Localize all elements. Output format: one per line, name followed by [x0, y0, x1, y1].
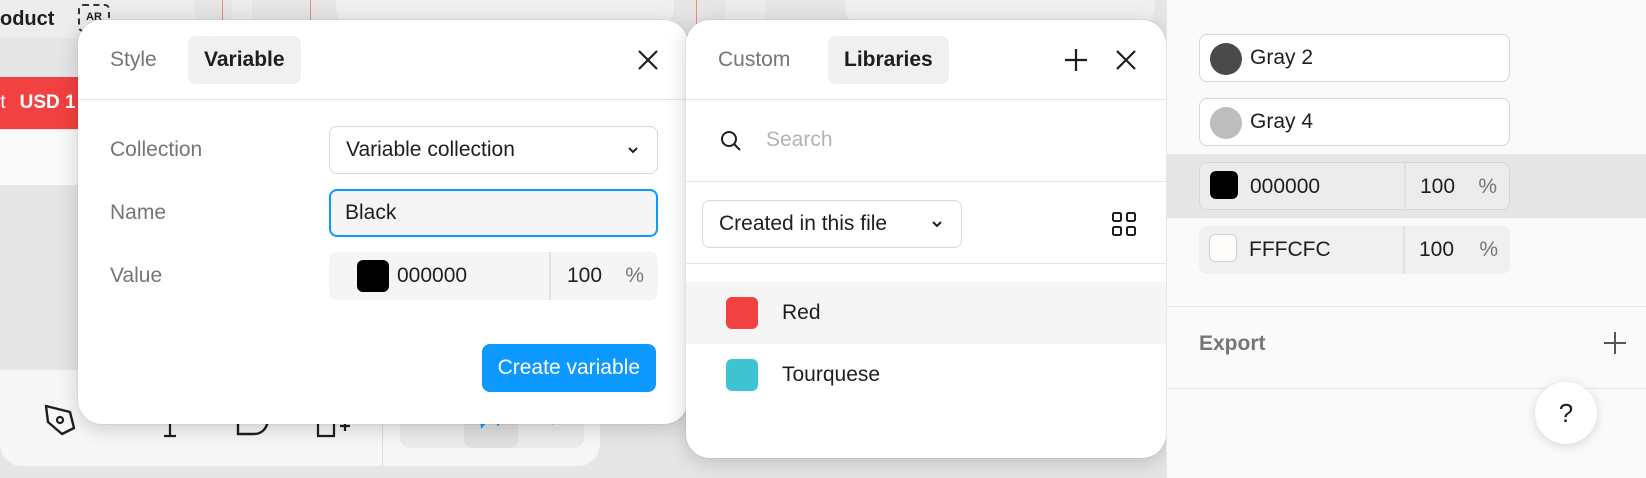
section-divider — [1167, 306, 1646, 307]
tab-variable[interactable]: Variable — [188, 36, 301, 84]
add-button[interactable] — [1058, 42, 1094, 78]
percent-sign: % — [1478, 175, 1497, 198]
grid-view-icon[interactable] — [1112, 212, 1136, 236]
close-icon — [638, 50, 658, 70]
percent-sign: % — [625, 264, 644, 287]
field-divider — [1403, 226, 1405, 274]
collection-row: Collection Variable collection — [110, 126, 658, 174]
style-name: Gray 4 — [1250, 110, 1314, 133]
close-button[interactable] — [1108, 42, 1144, 78]
variable-name-input[interactable]: Black — [329, 189, 658, 237]
opacity-value[interactable]: 100 — [567, 252, 602, 300]
fill-swatch[interactable] — [1209, 234, 1237, 262]
color-swatch[interactable] — [357, 260, 389, 292]
price-prefix: rt — [0, 92, 6, 113]
tab-style[interactable]: Style — [94, 36, 173, 84]
field-divider — [1404, 163, 1406, 211]
library-color-list: Red Tourquese — [686, 264, 1166, 406]
create-variable-button[interactable]: Create variable — [481, 344, 656, 392]
search-icon — [721, 131, 741, 151]
close-button[interactable] — [630, 42, 666, 78]
list-item-label: Red — [782, 301, 821, 324]
name-label: Name — [110, 201, 167, 224]
properties-panel: Gray 2 Gray 4 000000 100 % FFFCFC 100 % … — [1166, 0, 1646, 478]
fill-row-white[interactable]: FFFCFC 100 % — [1199, 226, 1510, 274]
collection-select[interactable]: Variable collection — [329, 126, 658, 174]
color-swatch — [726, 297, 758, 329]
color-style-gray-4[interactable]: Gray 4 — [1199, 98, 1510, 146]
name-row: Name Black — [110, 189, 658, 237]
fill-row-black[interactable]: 000000 100 % — [1199, 162, 1510, 211]
export-section-title: Export — [1199, 332, 1266, 355]
collection-label: Collection — [110, 138, 203, 161]
style-color-dot — [1210, 107, 1242, 139]
value-label: Value — [110, 264, 163, 287]
pen-tool-icon[interactable] — [40, 398, 80, 438]
help-button[interactable]: ? — [1535, 382, 1597, 444]
list-item-label: Tourquese — [782, 363, 881, 386]
plus-icon — [1065, 49, 1087, 71]
search-input[interactable] — [766, 120, 1126, 160]
create-variable-header: Style Variable — [78, 20, 688, 100]
tab-custom[interactable]: Custom — [702, 36, 806, 84]
color-style-gray-2[interactable]: Gray 2 — [1199, 34, 1510, 82]
add-export-icon[interactable] — [1600, 328, 1630, 358]
fill-hex[interactable]: FFFCFC — [1249, 226, 1331, 274]
fill-swatch[interactable] — [1210, 171, 1238, 199]
list-item[interactable]: Tourquese — [686, 344, 1166, 406]
fill-opacity[interactable]: 100 — [1419, 226, 1454, 274]
collection-value: Variable collection — [346, 138, 515, 161]
fill-hex[interactable]: 000000 — [1250, 163, 1320, 211]
style-name: Gray 2 — [1250, 46, 1314, 69]
chevron-down-icon — [628, 147, 638, 154]
source-filter-value: Created in this file — [719, 212, 888, 235]
price-label: USD 1 — [19, 92, 76, 113]
chevron-down-icon — [932, 221, 942, 228]
close-icon — [1116, 50, 1136, 70]
color-libraries-popup: Custom Libraries Created in this file — [686, 20, 1166, 458]
create-variable-popup: Style Variable Collection Variable colle… — [78, 20, 688, 424]
filter-bar: Created in this file — [686, 182, 1166, 264]
list-item[interactable]: Red — [686, 282, 1166, 344]
style-color-dot — [1210, 43, 1242, 75]
value-row: Value 000000 100 % — [110, 252, 658, 300]
fill-opacity[interactable]: 100 — [1420, 163, 1455, 211]
source-filter-select[interactable]: Created in this file — [702, 200, 962, 248]
field-divider — [549, 252, 551, 300]
libraries-header: Custom Libraries — [686, 20, 1166, 100]
color-swatch — [726, 359, 758, 391]
search-bar — [686, 100, 1166, 182]
hex-value[interactable]: 000000 — [397, 252, 467, 300]
product-frame-label: oduct — [0, 8, 55, 30]
color-value-field[interactable]: 000000 100 % — [329, 252, 658, 300]
tab-libraries[interactable]: Libraries — [828, 36, 949, 84]
percent-sign: % — [1479, 238, 1498, 261]
canvas-card — [0, 130, 90, 185]
price-banner: rt USD 1 — [0, 77, 90, 129]
